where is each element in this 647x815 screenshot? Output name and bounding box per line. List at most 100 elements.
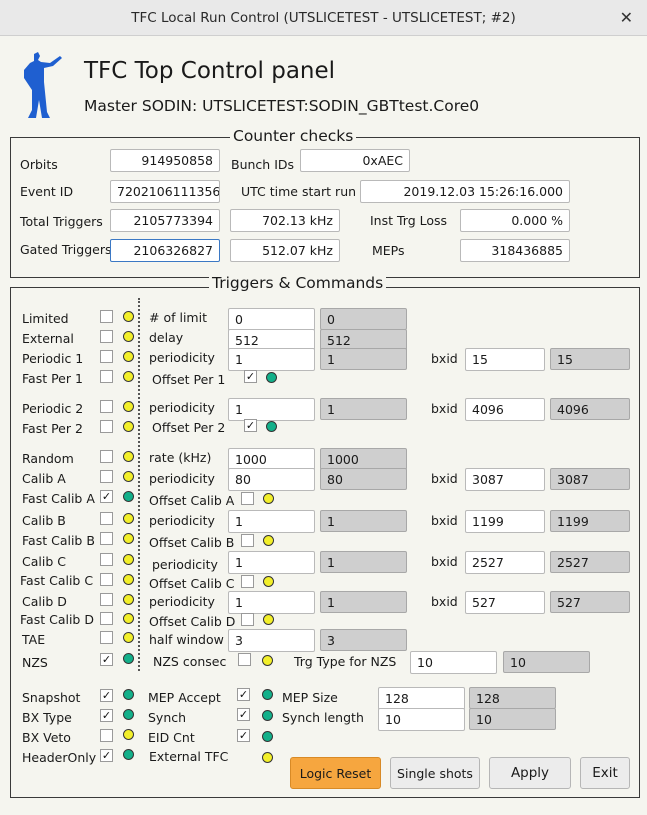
calib-d-bxid-input[interactable]: 527: [465, 591, 545, 614]
fast-calib-a-checkbox[interactable]: ✓: [100, 490, 113, 503]
random-checkbox[interactable]: [100, 450, 113, 463]
synch-length-input[interactable]: 10: [378, 708, 465, 731]
nzs-consec-checkbox[interactable]: [238, 653, 251, 666]
bunch-ids-field[interactable]: 0xAEC: [300, 149, 410, 172]
nzs-label: NZS: [22, 655, 48, 670]
synch-led: [262, 710, 273, 721]
fast-calib-c-label: Fast Calib C: [20, 573, 94, 588]
calib-d-checkbox[interactable]: [100, 593, 113, 606]
close-icon[interactable]: ✕: [620, 8, 633, 27]
calib-c-checkbox[interactable]: [100, 553, 113, 566]
periodic2-periodicity-input[interactable]: 1: [228, 398, 315, 421]
synch-checkbox[interactable]: ✓: [237, 708, 250, 721]
column-divider: [138, 298, 140, 671]
offset-calib-b-checkbox[interactable]: [241, 534, 254, 547]
calib-c-periodicity-input[interactable]: 1: [228, 551, 315, 574]
calib-d-led: [123, 594, 134, 605]
fast-per1-led: [123, 371, 134, 382]
mep-accept-checkbox[interactable]: ✓: [237, 688, 250, 701]
calib-c-bxid-input[interactable]: 2527: [465, 551, 545, 574]
offset-calib-d-led: [263, 614, 274, 625]
bx-veto-checkbox[interactable]: [100, 729, 113, 742]
bx-veto-led: [123, 729, 134, 740]
calib-b-bxid-input[interactable]: 1199: [465, 510, 545, 533]
offset-calib-c-checkbox[interactable]: [241, 575, 254, 588]
bx-type-checkbox[interactable]: ✓: [100, 709, 113, 722]
external-checkbox[interactable]: [100, 330, 113, 343]
header-only-checkbox[interactable]: ✓: [100, 749, 113, 762]
offset-calib-a-checkbox[interactable]: [241, 492, 254, 505]
fast-calib-d-checkbox[interactable]: [100, 612, 113, 625]
calib-b-label: Calib B: [22, 513, 66, 528]
offset-calib-d-checkbox[interactable]: [241, 613, 254, 626]
fast-per1-checkbox[interactable]: [100, 370, 113, 383]
limited-label: Limited: [22, 311, 69, 326]
orbits-field[interactable]: 914950858: [110, 149, 220, 172]
offset-calib-a-label: Offset Calib A: [149, 493, 235, 508]
calib-a-bxid-readback: 3087: [550, 468, 630, 490]
fast-calib-d-led: [123, 613, 134, 624]
calib-a-periodicity-input[interactable]: 80: [228, 468, 315, 491]
periodic2-bxid-input[interactable]: 4096: [465, 398, 545, 421]
periodic1-periodicity-input[interactable]: 1: [228, 348, 315, 371]
exit-button[interactable]: Exit: [580, 757, 630, 789]
bx-type-led: [123, 709, 134, 720]
periodic1-periodicity-label: periodicity: [149, 350, 215, 365]
fast-calib-b-checkbox[interactable]: [100, 532, 113, 545]
total-triggers-rate[interactable]: 702.13 kHz: [230, 209, 340, 232]
offset-calib-b-led: [263, 535, 274, 546]
limit-count-input[interactable]: 0: [228, 308, 315, 331]
single-shots-button[interactable]: Single shots: [390, 757, 480, 789]
periodic1-bxid-input[interactable]: 15: [465, 348, 545, 371]
offset-calib-d-label: Offset Calib D: [149, 614, 236, 629]
page-title: TFC Top Control panel: [84, 58, 336, 84]
calib-d-periodicity-readback: 1: [320, 591, 407, 613]
calib-a-checkbox[interactable]: [100, 470, 113, 483]
utc-start-field[interactable]: 2019.12.03 15:26:16.000: [360, 180, 570, 203]
mep-size-input[interactable]: 128: [378, 687, 465, 710]
half-window-input[interactable]: 3: [228, 629, 315, 652]
periodic2-checkbox[interactable]: [100, 400, 113, 413]
event-id-field[interactable]: 7202106111356: [110, 180, 220, 203]
calib-b-periodicity-label: periodicity: [149, 513, 215, 528]
fast-per2-checkbox[interactable]: [100, 420, 113, 433]
periodic1-bxid-readback: 15: [550, 348, 630, 370]
calib-c-periodicity-readback: 1: [320, 551, 407, 573]
periodic2-bxid-readback: 4096: [550, 398, 630, 420]
calib-c-label: Calib C: [22, 554, 66, 569]
bx-type-label: BX Type: [22, 710, 72, 725]
snapshot-checkbox[interactable]: ✓: [100, 689, 113, 702]
offset-per2-checkbox[interactable]: ✓: [244, 419, 257, 432]
calib-b-checkbox[interactable]: [100, 512, 113, 525]
calib-c-bxid-readback: 2527: [550, 551, 630, 573]
synch-length-label: Synch length: [282, 710, 364, 725]
limited-checkbox[interactable]: [100, 310, 113, 323]
total-triggers-label: Total Triggers: [20, 214, 103, 229]
calib-d-periodicity-input[interactable]: 1: [228, 591, 315, 614]
periodic1-led: [123, 351, 134, 362]
fast-calib-b-led: [123, 533, 134, 544]
mep-size-label: MEP Size: [282, 690, 338, 705]
synch-label: Synch: [148, 710, 187, 725]
nzs-checkbox[interactable]: ✓: [100, 653, 113, 666]
fast-calib-c-checkbox[interactable]: [100, 573, 113, 586]
calib-d-label: Calib D: [22, 594, 67, 609]
tae-checkbox[interactable]: [100, 631, 113, 644]
eid-cnt-checkbox[interactable]: ✓: [237, 729, 250, 742]
calib-a-bxid-input[interactable]: 3087: [465, 468, 545, 491]
meps-field[interactable]: 318436885: [460, 239, 570, 262]
external-tfc-label: External TFC: [149, 749, 229, 764]
bunch-ids-label: Bunch IDs: [231, 157, 295, 172]
total-triggers-field[interactable]: 2105773394: [110, 209, 220, 232]
gated-triggers-rate[interactable]: 512.07 kHz: [230, 239, 340, 262]
inst-trg-loss-field[interactable]: 0.000 %: [460, 209, 570, 232]
logic-reset-button[interactable]: Logic Reset: [290, 757, 381, 789]
apply-button[interactable]: Apply: [489, 757, 571, 789]
offset-per1-checkbox[interactable]: ✓: [244, 370, 257, 383]
periodic1-checkbox[interactable]: [100, 350, 113, 363]
calib-b-bxid-readback: 1199: [550, 510, 630, 532]
gated-triggers-field[interactable]: 2106326827: [110, 239, 220, 262]
calib-b-periodicity-input[interactable]: 1: [228, 510, 315, 533]
trg-type-nzs-input[interactable]: 10: [410, 651, 497, 674]
eid-cnt-label: EID Cnt: [148, 730, 195, 745]
